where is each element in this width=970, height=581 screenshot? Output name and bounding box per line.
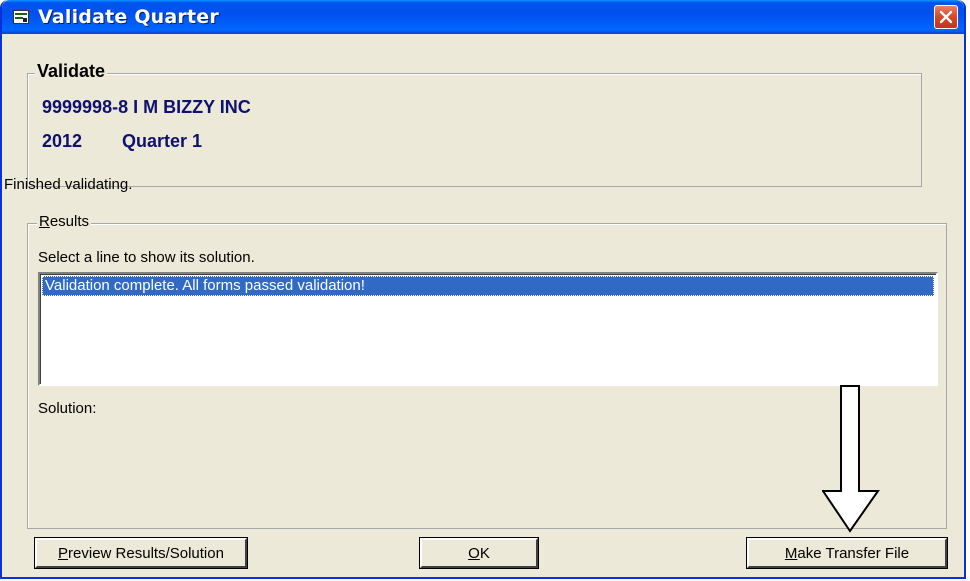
window-title: Validate Quarter: [38, 6, 219, 28]
tax-year: 2012: [42, 131, 83, 151]
close-icon: [939, 10, 953, 24]
quarter-label: Quarter 1: [122, 131, 203, 151]
results-listbox[interactable]: Validation complete. All forms passed va…: [38, 272, 938, 386]
preview-results-button[interactable]: Preview Results/Solution: [34, 537, 248, 569]
status-text: Finished validating.: [4, 176, 133, 193]
results-instruction: Select a line to show its solution.: [38, 249, 255, 266]
validate-legend: Validate: [35, 61, 108, 82]
results-legend: Results: [37, 213, 92, 230]
validate-group: [27, 73, 922, 187]
title-bar[interactable]: Validate Quarter: [2, 0, 964, 34]
ok-button[interactable]: OK: [419, 537, 539, 569]
app-icon: [12, 9, 30, 25]
close-button[interactable]: [934, 5, 958, 29]
make-transfer-file-button[interactable]: Make Transfer File: [746, 537, 948, 569]
down-arrow-icon: [822, 385, 880, 533]
list-item[interactable]: Validation complete. All forms passed va…: [42, 276, 934, 296]
validate-quarter-dialog: Validate Quarter Validate 9999998-8 I M …: [0, 0, 966, 579]
employer-name: 9999998-8 I M BIZZY INC: [42, 97, 251, 117]
solution-label: Solution:: [38, 400, 97, 417]
